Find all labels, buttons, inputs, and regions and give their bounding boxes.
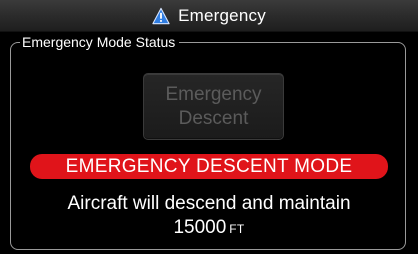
title-bar: Emergency [0,0,418,32]
altitude-unit: FT [229,222,245,236]
emergency-descent-button[interactable]: Emergency Descent [143,73,284,140]
altitude-value: 15000 [173,217,227,238]
title-group: Emergency [0,0,418,31]
altitude-readout: 15000 FT [0,217,418,240]
warning-triangle-icon [152,7,170,24]
descent-message: Aircraft will descend and maintain [67,193,351,214]
emergency-mode-banner: EMERGENCY DESCENT MODE [30,154,388,179]
button-label-line2: Descent [178,107,249,129]
panel-label: Emergency Mode Status [20,33,180,51]
window-title: Emergency [178,5,266,25]
button-label-line1: Emergency [165,83,262,105]
